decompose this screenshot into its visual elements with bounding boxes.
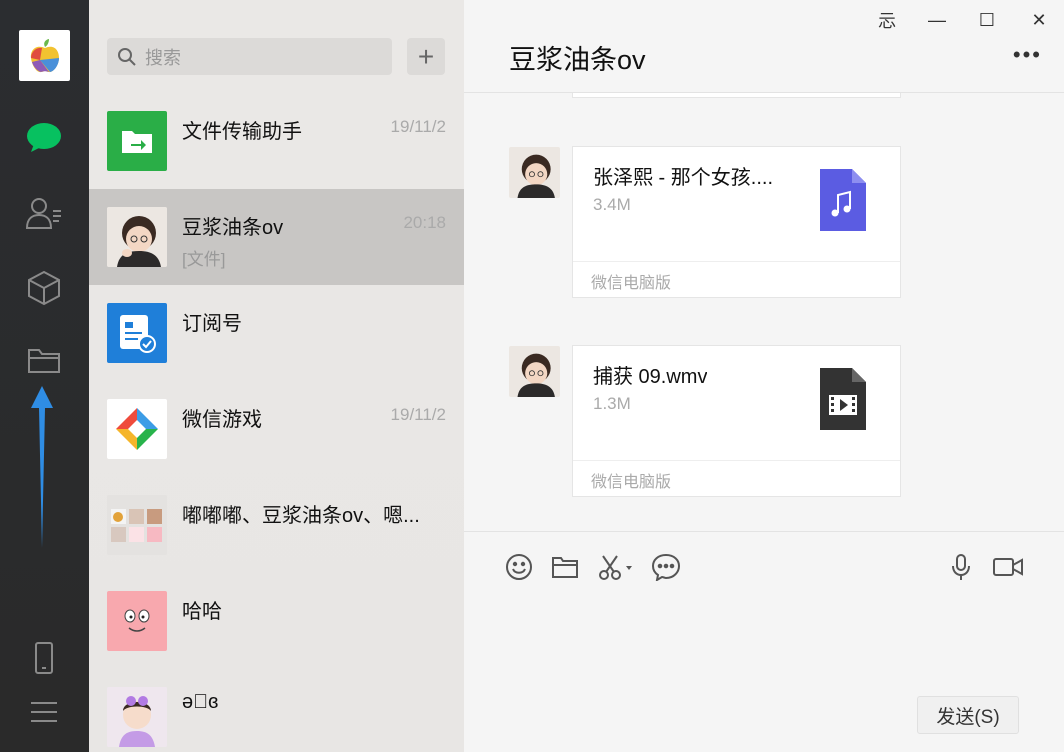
files-icon[interactable] xyxy=(24,340,64,380)
chat-item-games[interactable]: 微信游戏 19/11/2 xyxy=(89,381,464,477)
add-chat-button[interactable]: + xyxy=(407,38,445,75)
file-size: 3.4M xyxy=(593,195,631,214)
maximize-button[interactable]: ☐ xyxy=(972,6,1002,34)
subscriptions-avatar xyxy=(107,303,167,363)
search-icon xyxy=(118,47,136,66)
search-placeholder: 搜索 xyxy=(145,47,181,68)
game-logo-icon xyxy=(116,408,158,450)
folder-arrow-icon xyxy=(122,131,152,153)
video-file-icon xyxy=(820,368,866,430)
card-divider xyxy=(573,261,900,262)
annotation-arrow-icon xyxy=(31,386,53,548)
pin-button[interactable]: 忈 xyxy=(872,6,902,34)
sender-avatar[interactable] xyxy=(509,346,560,397)
chat-list-panel: 搜索 + 文件传输助手 19/11/2 豆浆油条ov 20:18 [文件] 订阅… xyxy=(89,0,464,752)
games-avatar xyxy=(107,399,167,459)
chat-item-symbols[interactable]: ə⁠⃞ɞ xyxy=(89,669,464,752)
chat-window: 忈 — ☐ ✕ 豆浆油条ov ••• 张泽熙 - 那个女孩.... 3.4M 微… xyxy=(464,0,1064,752)
microphone-icon[interactable] xyxy=(946,552,976,582)
haha-avatar xyxy=(107,591,167,651)
chat-item-file-transfer[interactable]: 文件传输助手 19/11/2 xyxy=(89,93,464,189)
group-avatar xyxy=(107,495,167,555)
apple-logo-icon xyxy=(30,38,59,72)
contact-avatar xyxy=(107,207,167,267)
music-file-icon xyxy=(820,169,866,231)
previous-message-card xyxy=(572,93,901,98)
phone-icon[interactable] xyxy=(24,638,64,678)
video-call-icon[interactable] xyxy=(991,552,1025,582)
chat-time: 19/11/2 xyxy=(390,117,446,136)
patrick-star-icon xyxy=(124,609,150,632)
chat-name: ə⁠⃞ɞ xyxy=(182,691,219,713)
send-button[interactable]: 发送(S) xyxy=(917,696,1019,734)
baby-avatar xyxy=(107,687,167,747)
file-name: 张泽熙 - 那个女孩.... xyxy=(593,167,773,189)
emoji-icon[interactable] xyxy=(504,552,534,582)
chat-icon[interactable] xyxy=(24,118,64,158)
file-transfer-avatar xyxy=(107,111,167,171)
menu-icon[interactable] xyxy=(24,692,64,732)
input-divider xyxy=(464,531,1064,532)
chat-name: 订阅号 xyxy=(182,313,242,335)
chat-time: 19/11/2 xyxy=(390,405,446,424)
chat-history-icon[interactable] xyxy=(651,552,681,582)
contacts-icon[interactable] xyxy=(24,193,64,233)
user-avatar[interactable] xyxy=(19,30,70,81)
file-size: 1.3M xyxy=(593,394,631,413)
chat-item-subscriptions[interactable]: 订阅号 xyxy=(89,285,464,381)
chat-preview: [文件] xyxy=(182,250,226,269)
search-input[interactable]: 搜索 xyxy=(107,38,392,75)
message-area[interactable]: 张泽熙 - 那个女孩.... 3.4M 微信电脑版 捕获 09.wmv 1.3M… xyxy=(464,93,1064,531)
close-button[interactable]: ✕ xyxy=(1024,6,1054,34)
file-name: 捕获 09.wmv xyxy=(593,366,708,388)
chat-item-group[interactable]: 嘟嘟嘟、豆浆油条ov、嗯... xyxy=(89,477,464,573)
subscription-doc-icon xyxy=(120,315,156,353)
file-message-card[interactable]: 张泽熙 - 那个女孩.... 3.4M 微信电脑版 xyxy=(572,146,901,298)
chat-name: 嘟嘟嘟、豆浆油条ov、嗯... xyxy=(182,505,420,527)
chat-item-doujiang[interactable]: 豆浆油条ov 20:18 [文件] xyxy=(89,189,464,285)
minimize-button[interactable]: — xyxy=(922,6,952,34)
chat-item-haha[interactable]: 哈哈 xyxy=(89,573,464,669)
screenshot-scissors-icon[interactable] xyxy=(596,552,636,582)
card-divider xyxy=(573,460,900,461)
file-source: 微信电脑版 xyxy=(591,474,672,491)
chat-title: 豆浆油条ov xyxy=(509,45,646,75)
nav-bar xyxy=(0,0,89,752)
sender-avatar[interactable] xyxy=(509,147,560,198)
more-options-button[interactable]: ••• xyxy=(1013,44,1042,66)
chat-name: 哈哈 xyxy=(182,601,222,623)
folder-icon[interactable] xyxy=(550,552,580,582)
file-message-card[interactable]: 捕获 09.wmv 1.3M 微信电脑版 xyxy=(572,345,901,497)
file-source: 微信电脑版 xyxy=(591,275,672,292)
collections-icon[interactable] xyxy=(24,268,64,308)
chat-time: 20:18 xyxy=(403,213,446,232)
